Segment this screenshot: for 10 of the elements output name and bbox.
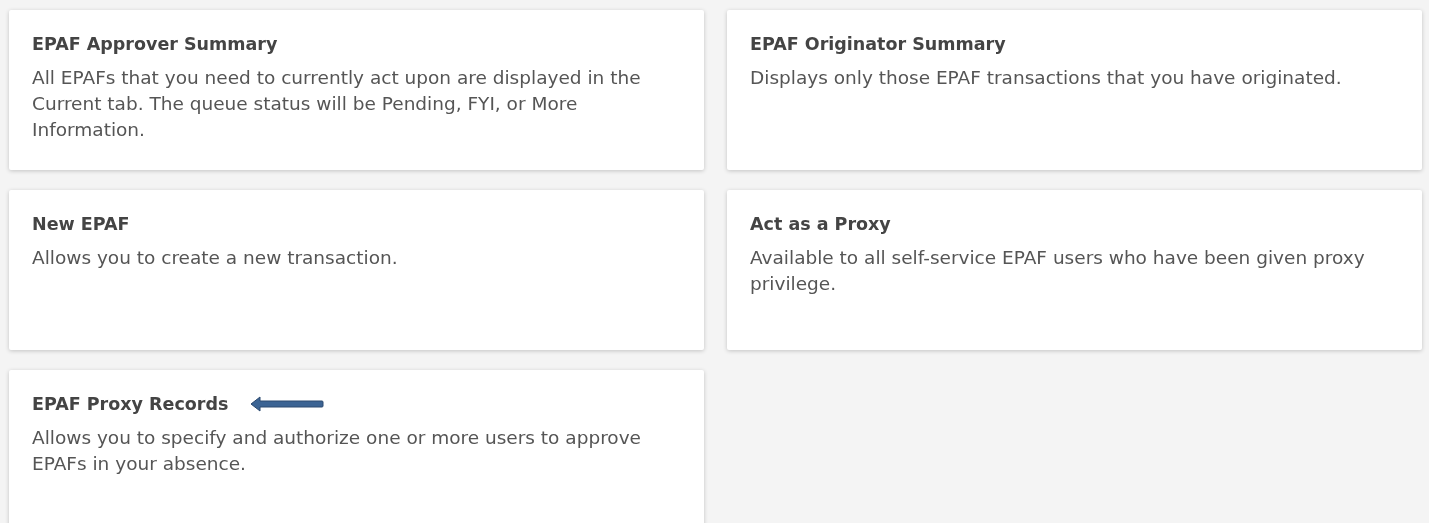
card-title-link[interactable]: EPAF Originator Summary xyxy=(750,34,1006,54)
card-description: Allows you to specify and authorize one or more users to approve EPAFs in your absence. xyxy=(32,426,642,476)
card-description: Allows you to create a new transaction. xyxy=(32,246,399,270)
card-description: All EPAFs that you need to currently act upon are displayed in the Current tab. The queue status will be Pending, FYI, or More Information. xyxy=(32,66,642,142)
card-title-link[interactable]: EPAF Approver Summary xyxy=(32,34,278,54)
card-title-link[interactable]: New EPAF xyxy=(32,214,130,234)
card-description: Available to all self-service EPAF users who have been given proxy privilege. xyxy=(750,246,1366,296)
card-title-link[interactable]: EPAF Proxy Records xyxy=(32,394,229,414)
card-description: Displays only those EPAF transactions that you have originated. xyxy=(750,66,1343,90)
card-title-link[interactable]: Act as a Proxy xyxy=(750,214,891,234)
